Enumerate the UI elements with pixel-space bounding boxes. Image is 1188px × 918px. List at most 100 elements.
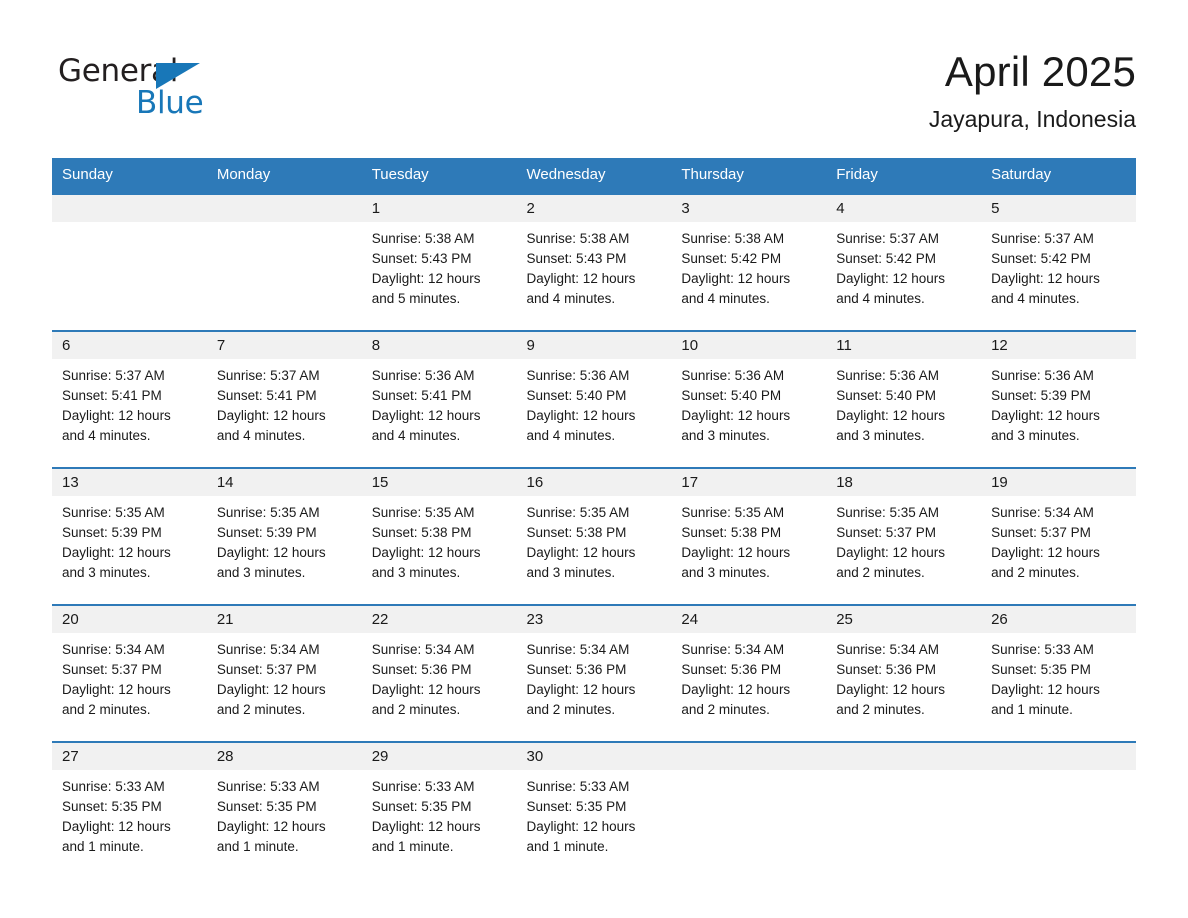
day-detail-line: Sunrise: 5:35 AM (526, 505, 630, 520)
day-number: 2 (516, 195, 672, 222)
weekday-header-sunday: Sunday (52, 158, 207, 194)
calendar-day-cell-19[interactable]: 19 Sunrise: 5:34 AM Sunset: 5:37 PM Dayligh… (981, 467, 1136, 605)
calendar-day-cell-29[interactable]: 29 Sunrise: 5:33 AM Sunset: 5:35 PM Dayligh… (361, 741, 517, 878)
day-details: Sunrise: 5:34 AM Sunset: 5:37 PM Daylight:… (52, 633, 207, 720)
page-title: April 2025 (944, 48, 1136, 95)
day-detail-line: and 3 minutes. (991, 428, 1080, 443)
calendar-day-cell-11[interactable]: 11 Sunrise: 5:36 AM Sunset: 5:40 PM Dayligh… (826, 330, 982, 468)
day-detail-line: Sunrise: 5:33 AM (526, 779, 630, 794)
calendar-day-cell-17[interactable]: 17 Sunrise: 5:35 AM Sunset: 5:38 PM Dayligh… (671, 467, 827, 605)
day-detail-line: Sunset: 5:35 PM (62, 799, 162, 814)
calendar-day-cell-21[interactable]: 21 Sunrise: 5:34 AM Sunset: 5:37 PM Dayligh… (206, 604, 362, 742)
day-details: Sunrise: 5:37 AM Sunset: 5:41 PM Daylight:… (207, 359, 362, 446)
day-detail-line: and 2 minutes. (216, 702, 306, 717)
calendar-day-cell-8[interactable]: 8 Sunrise: 5:36 AM Sunset: 5:41 PM Daylight… (361, 330, 517, 468)
calendar-day-cell-5[interactable]: 5 Sunrise: 5:37 AM Sunset: 5:42 PM Daylight… (981, 193, 1136, 331)
calendar-day-cell-23[interactable]: 23 Sunrise: 5:34 AM Sunset: 5:36 PM Dayligh… (516, 604, 672, 742)
calendar-day-cell-7[interactable]: 7 Sunrise: 5:37 AM Sunset: 5:41 PM Daylight… (206, 330, 362, 468)
day-detail-line: Daylight: 12 hours (371, 408, 481, 423)
calendar-day-cell-13[interactable]: 13 Sunrise: 5:35 AM Sunset: 5:39 PM Dayligh… (52, 467, 207, 605)
day-details: Sunrise: 5:34 AM Sunset: 5:37 PM Daylight:… (207, 633, 362, 720)
day-number: 12 (981, 332, 1136, 359)
day-detail-line: Sunset: 5:37 PM (216, 662, 317, 677)
day-detail-line: and 3 minutes. (371, 565, 461, 580)
day-number: 13 (52, 469, 207, 496)
day-detail-line: Sunrise: 5:34 AM (62, 642, 165, 657)
day-detail-line: Sunrise: 5:36 AM (681, 368, 785, 383)
day-detail-line: Sunrise: 5:38 AM (371, 231, 475, 246)
day-number: 28 (206, 743, 362, 770)
calendar-day-cell-25[interactable]: 25 Sunrise: 5:34 AM Sunset: 5:36 PM Dayligh… (826, 604, 982, 742)
day-number (671, 743, 827, 770)
day-detail-line: Daylight: 12 hours (216, 545, 326, 560)
calendar-week-row: 6 Sunrise: 5:37 AM Sunset: 5:41 PM Daylight… (52, 330, 1136, 468)
calendar-day-cell-16[interactable]: 16 Sunrise: 5:35 AM Sunset: 5:38 PM Dayligh… (516, 467, 672, 605)
day-detail-line: Daylight: 12 hours (836, 682, 946, 697)
day-detail-line: Daylight: 12 hours (526, 682, 636, 697)
day-number: 9 (516, 332, 672, 359)
day-detail-line: and 3 minutes. (681, 428, 770, 443)
calendar-day-cell-22[interactable]: 22 Sunrise: 5:34 AM Sunset: 5:36 PM Dayligh… (361, 604, 517, 742)
day-detail-line: Daylight: 12 hours (216, 682, 326, 697)
day-detail-line: Sunrise: 5:33 AM (991, 642, 1094, 657)
calendar-day-cell-14[interactable]: 14 Sunrise: 5:35 AM Sunset: 5:39 PM Dayligh… (206, 467, 362, 605)
day-detail-line: Sunset: 5:42 PM (681, 251, 782, 266)
day-detail-line: Sunrise: 5:34 AM (526, 642, 630, 657)
day-details: Sunrise: 5:37 AM Sunset: 5:42 PM Daylight:… (826, 222, 981, 309)
calendar-day-cell-10[interactable]: 10 Sunrise: 5:36 AM Sunset: 5:40 PM Dayligh… (671, 330, 827, 468)
day-number: 18 (826, 469, 982, 496)
day-detail-line: Sunset: 5:35 PM (216, 799, 317, 814)
calendar-day-cell-9[interactable]: 9 Sunrise: 5:36 AM Sunset: 5:40 PM Daylight… (516, 330, 672, 468)
calendar-day-cell-24[interactable]: 24 Sunrise: 5:34 AM Sunset: 5:36 PM Dayligh… (671, 604, 827, 742)
day-detail-line: Sunset: 5:42 PM (836, 251, 937, 266)
day-detail-line: Daylight: 12 hours (991, 545, 1100, 560)
day-detail-line: and 4 minutes. (62, 428, 151, 443)
day-number (981, 743, 1136, 770)
day-number (826, 743, 982, 770)
calendar-header-row: Sunday Monday Tuesday Wednesday Thursday Frid… (52, 158, 1136, 194)
calendar-day-cell-2[interactable]: 2 Sunrise: 5:38 AM Sunset: 5:43 PM Daylight… (516, 193, 672, 331)
day-detail-line: Sunrise: 5:37 AM (991, 231, 1094, 246)
calendar-day-cell-30[interactable]: 30 Sunrise: 5:33 AM Sunset: 5:35 PM Dayligh… (516, 741, 672, 878)
calendar-day-cell-27[interactable]: 27 Sunrise: 5:33 AM Sunset: 5:35 PM Dayligh… (52, 741, 207, 878)
day-details: Sunrise: 5:34 AM Sunset: 5:36 PM Daylight:… (362, 633, 517, 720)
day-detail-line: and 3 minutes. (62, 565, 151, 580)
location-subtitle: Jayapura, Indonesia (928, 106, 1136, 132)
day-detail-line: and 4 minutes. (371, 428, 461, 443)
day-number (52, 195, 207, 222)
day-detail-line: Sunrise: 5:33 AM (216, 779, 320, 794)
calendar-day-cell-26[interactable]: 26 Sunrise: 5:33 AM Sunset: 5:35 PM Dayligh… (981, 604, 1136, 742)
day-detail-line: Sunrise: 5:34 AM (836, 642, 940, 657)
calendar-day-cell-20[interactable]: 20 Sunrise: 5:34 AM Sunset: 5:37 PM Dayligh… (52, 604, 207, 742)
calendar-day-cell-3[interactable]: 3 Sunrise: 5:38 AM Sunset: 5:42 PM Daylight… (671, 193, 827, 331)
day-number: 6 (52, 332, 207, 359)
day-detail-line: Sunrise: 5:34 AM (216, 642, 320, 657)
day-detail-line: Daylight: 12 hours (216, 408, 326, 423)
day-detail-line: Daylight: 12 hours (371, 682, 481, 697)
day-detail-line: and 3 minutes. (526, 565, 616, 580)
day-detail-line: and 4 minutes. (216, 428, 306, 443)
day-detail-line: Sunset: 5:39 PM (62, 525, 162, 540)
day-detail-line: Sunrise: 5:33 AM (62, 779, 165, 794)
day-detail-line: Sunset: 5:41 PM (62, 388, 162, 403)
calendar-day-cell-15[interactable]: 15 Sunrise: 5:35 AM Sunset: 5:38 PM Dayligh… (361, 467, 517, 605)
calendar-day-cell-empty (206, 193, 362, 331)
day-number: 5 (981, 195, 1136, 222)
day-detail-line: Sunset: 5:38 PM (526, 525, 627, 540)
day-detail-line: Daylight: 12 hours (371, 819, 481, 834)
calendar-day-cell-6[interactable]: 6 Sunrise: 5:37 AM Sunset: 5:41 PM Daylight… (52, 330, 207, 468)
calendar-day-cell-28[interactable]: 28 Sunrise: 5:33 AM Sunset: 5:35 PM Dayligh… (206, 741, 362, 878)
calendar-day-cell-1[interactable]: 1 Sunrise: 5:38 AM Sunset: 5:43 PM Daylight… (361, 193, 517, 331)
calendar-day-cell-18[interactable]: 18 Sunrise: 5:35 AM Sunset: 5:37 PM Dayligh… (826, 467, 982, 605)
day-details: Sunrise: 5:35 AM Sunset: 5:38 PM Daylight:… (362, 496, 517, 583)
general-blue-logo[interactable]: General Blue (58, 54, 258, 134)
calendar-day-cell-empty (52, 193, 207, 331)
day-number: 21 (206, 606, 362, 633)
weekday-header-row: Sunday Monday Tuesday Wednesday Thursday Frid… (52, 158, 1136, 194)
day-details: Sunrise: 5:34 AM Sunset: 5:36 PM Daylight:… (671, 633, 826, 720)
day-number: 15 (361, 469, 517, 496)
calendar-day-cell-4[interactable]: 4 Sunrise: 5:37 AM Sunset: 5:42 PM Daylight… (826, 193, 982, 331)
day-number: 23 (516, 606, 672, 633)
day-detail-line: and 2 minutes. (836, 565, 925, 580)
calendar-day-cell-12[interactable]: 12 Sunrise: 5:36 AM Sunset: 5:39 PM Dayligh… (981, 330, 1136, 468)
